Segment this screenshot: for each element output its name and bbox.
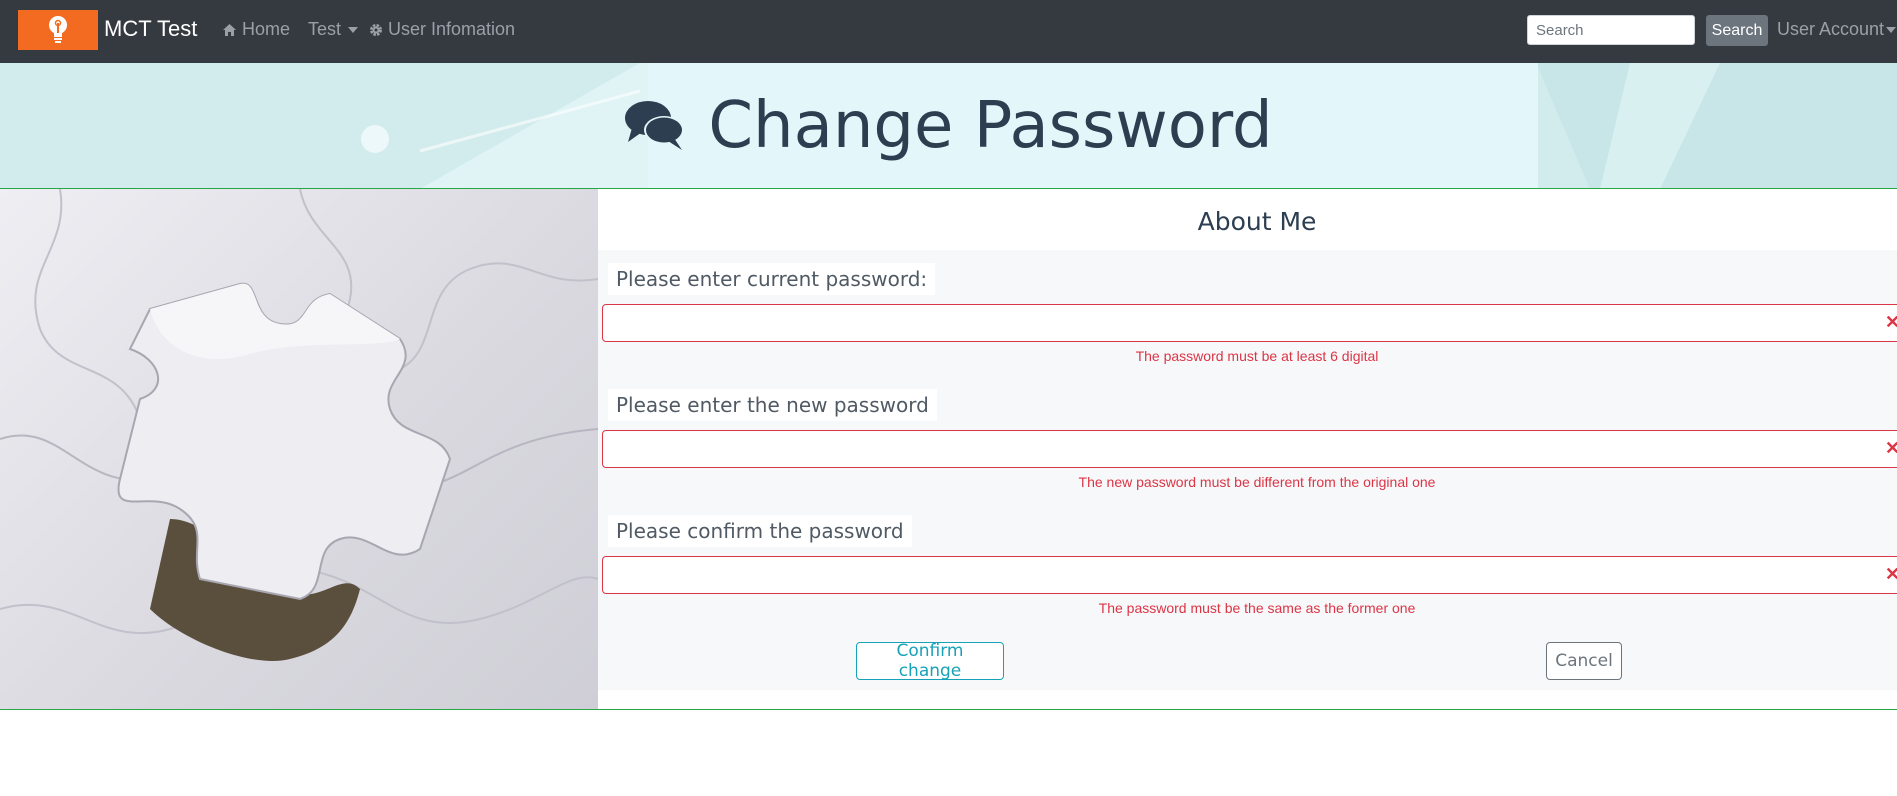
section-heading: About Me	[1197, 207, 1317, 236]
user-account-label: User Account	[1777, 19, 1885, 39]
nav-test-dropdown[interactable]: Test	[308, 19, 359, 40]
current-password-error: The password must be at least 6 digital	[1135, 348, 1379, 364]
confirm-password-label: Please confirm the password	[608, 515, 912, 547]
page-banner: Change Password	[0, 63, 1897, 189]
password-form: Please enter current password: ✕ The pas…	[598, 250, 1897, 690]
search-button[interactable]: Search	[1706, 15, 1768, 46]
page-title-text: Change Password	[708, 89, 1273, 163]
chevron-down-icon	[348, 26, 359, 33]
invalid-x-icon: ✕	[1885, 564, 1897, 584]
gear-icon	[370, 23, 382, 36]
new-password-label: Please enter the new password	[608, 389, 937, 421]
new-password-input[interactable]	[602, 430, 1897, 468]
brand-title[interactable]: MCT Test	[104, 16, 197, 42]
chevron-down-icon	[1886, 26, 1897, 33]
new-password-error: The new password must be different from …	[1078, 474, 1436, 490]
page-title: Change Password	[0, 63, 1897, 189]
nav-user-information[interactable]: User Infomation	[369, 19, 515, 40]
invalid-x-icon: ✕	[1885, 438, 1897, 458]
nav-home-label: Home	[242, 19, 291, 39]
home-icon	[223, 23, 236, 36]
change-password-panel: About Me Please enter current password: …	[598, 189, 1897, 710]
nav-test-label: Test	[308, 19, 342, 39]
confirm-password-error: The password must be the same as the for…	[1098, 600, 1416, 616]
user-account-dropdown[interactable]: User Account	[1777, 19, 1897, 40]
top-navbar: MCT Test Home Test User Infomation Searc…	[0, 0, 1897, 63]
confirm-password-input[interactable]	[602, 556, 1897, 594]
search-input[interactable]	[1527, 15, 1695, 45]
current-password-input[interactable]	[602, 304, 1897, 342]
divider-bottom	[0, 709, 1897, 710]
current-password-label: Please enter current password:	[608, 263, 936, 295]
cancel-button[interactable]: Cancel	[1546, 642, 1622, 680]
logo[interactable]	[18, 10, 98, 50]
nav-user-information-label: User Infomation	[388, 19, 516, 39]
nav-home[interactable]: Home	[222, 19, 290, 40]
puzzle-illustration	[0, 189, 598, 661]
puzzle-image	[0, 189, 598, 710]
lightbulb-icon	[49, 16, 67, 43]
confirm-change-button[interactable]: Confirm change	[856, 641, 1004, 681]
comments-icon	[625, 101, 685, 150]
invalid-x-icon: ✕	[1885, 312, 1897, 332]
